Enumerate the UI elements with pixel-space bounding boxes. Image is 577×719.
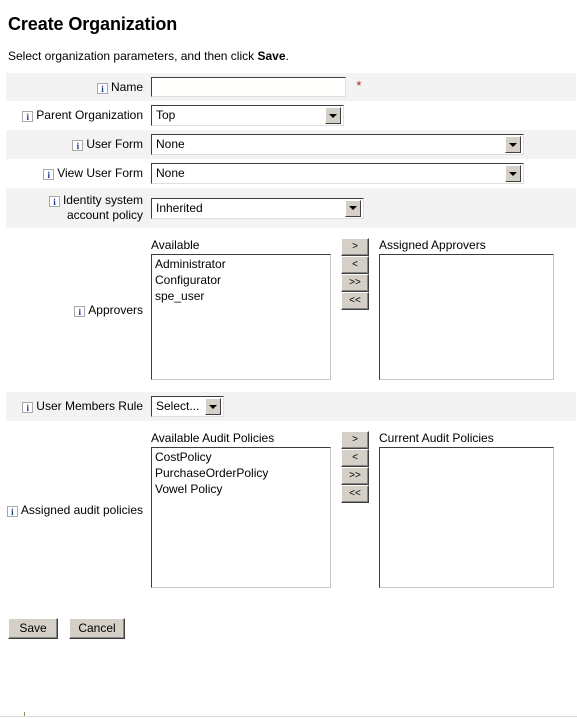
field-label-user-members-rule: User Members Rule bbox=[36, 399, 143, 413]
audit-policies-current-column: Current Audit Policies bbox=[379, 431, 554, 588]
chevron-down-icon[interactable] bbox=[325, 107, 341, 124]
chevron-down-icon[interactable] bbox=[205, 398, 221, 415]
info-icon[interactable]: i bbox=[72, 140, 84, 151]
form-row-user-members-rule: i User Members Rule Select... bbox=[6, 392, 576, 421]
approvers-available-listbox[interactable]: Administrator Configurator spe_user bbox=[151, 254, 331, 380]
audit-policies-dual-list: Available Audit Policies CostPolicy Purc… bbox=[151, 425, 576, 596]
field-cell-name: * bbox=[147, 73, 576, 101]
field-cell-identity-system-account-policy: Inherited bbox=[147, 188, 576, 228]
field-cell-user-members-rule: Select... bbox=[147, 392, 576, 421]
field-cell-assigned-audit-policies: Available Audit Policies CostPolicy Purc… bbox=[147, 421, 576, 600]
info-icon[interactable]: i bbox=[74, 305, 86, 317]
audit-policies-available-header: Available Audit Policies bbox=[151, 431, 275, 445]
field-label-name: Name bbox=[110, 79, 143, 94]
user-members-rule-select[interactable]: Select... bbox=[151, 396, 224, 417]
audit-policies-transfer-buttons: > < >> << bbox=[341, 431, 369, 503]
page-subtitle: Select organization parameters, and then… bbox=[8, 49, 577, 63]
parent-organization-select[interactable]: Top bbox=[151, 105, 344, 126]
label-cell-identity-system-account-policy: i Identity system account policy bbox=[6, 188, 147, 228]
audit-policies-move-left-button[interactable]: < bbox=[341, 449, 369, 467]
identity-system-account-policy-select[interactable]: Inherited bbox=[151, 197, 364, 219]
approvers-move-all-right-button[interactable]: >> bbox=[341, 274, 369, 292]
footer-divider bbox=[0, 716, 577, 717]
approvers-assigned-header: Assigned Approvers bbox=[379, 238, 486, 252]
approvers-move-all-left-button[interactable]: << bbox=[341, 292, 369, 310]
label-cell-user-members-rule: i User Members Rule bbox=[6, 392, 147, 421]
label-cell-user-form: i User Form bbox=[6, 130, 147, 159]
audit-policies-available-column: Available Audit Policies CostPolicy Purc… bbox=[151, 431, 331, 588]
label-cell-view-user-form: i View User Form bbox=[6, 159, 147, 188]
page-subtitle-text-before: Select organization parameters, and then… bbox=[8, 49, 258, 63]
organization-form-table: i Name * i Parent Organization Top i User F bbox=[6, 73, 576, 600]
field-label-assigned-audit-policies: Assigned audit policies bbox=[20, 503, 143, 517]
page-bottom-tick-marker bbox=[24, 712, 25, 716]
form-row-view-user-form: i View User Form None bbox=[6, 159, 576, 188]
field-cell-parent-organization: Top bbox=[147, 101, 576, 130]
audit-policies-move-all-left-button[interactable]: << bbox=[341, 485, 369, 503]
name-input[interactable] bbox=[151, 77, 346, 97]
label-cell-approvers: i Approvers bbox=[6, 228, 147, 392]
info-icon[interactable]: i bbox=[96, 82, 108, 94]
form-row-approvers: i Approvers Available Administrator Confi… bbox=[6, 228, 576, 392]
form-row-identity-system-account-policy: i Identity system account policy Inherite… bbox=[6, 188, 576, 228]
audit-policies-move-right-button[interactable]: > bbox=[341, 431, 369, 449]
approvers-available-column: Available Administrator Configurator spe… bbox=[151, 238, 331, 380]
approvers-assigned-column: Assigned Approvers bbox=[379, 238, 554, 380]
form-row-parent-organization: i Parent Organization Top bbox=[6, 101, 576, 130]
label-cell-parent-organization: i Parent Organization bbox=[6, 101, 147, 130]
list-item[interactable]: PurchaseOrderPolicy bbox=[152, 465, 330, 481]
field-label-approvers: Approvers bbox=[88, 302, 143, 317]
save-button[interactable]: Save bbox=[8, 618, 58, 639]
list-item[interactable]: CostPolicy bbox=[152, 449, 330, 465]
form-actions: Save Cancel bbox=[8, 618, 577, 639]
list-item[interactable]: spe_user bbox=[152, 288, 330, 304]
audit-policies-available-listbox[interactable]: CostPolicy PurchaseOrderPolicy Vowel Pol… bbox=[151, 447, 331, 588]
form-row-assigned-audit-policies: i Assigned audit policies Available Audit… bbox=[6, 421, 576, 600]
audit-policies-current-listbox[interactable] bbox=[379, 447, 554, 588]
page-subtitle-text-after: . bbox=[285, 49, 289, 63]
field-label-user-form: User Form bbox=[86, 137, 143, 151]
approvers-move-right-button[interactable]: > bbox=[341, 238, 369, 256]
field-cell-approvers: Available Administrator Configurator spe… bbox=[147, 228, 576, 392]
page-title: Create Organization bbox=[8, 14, 178, 34]
field-label-view-user-form: View User Form bbox=[57, 166, 143, 180]
info-icon[interactable]: i bbox=[22, 111, 34, 122]
user-form-select[interactable]: None bbox=[151, 134, 524, 155]
field-label-identity-system-account-policy: Identity system account policy bbox=[62, 193, 143, 222]
form-row-name: i Name * bbox=[6, 73, 576, 101]
approvers-available-header: Available bbox=[151, 238, 200, 252]
chevron-down-icon[interactable] bbox=[505, 136, 521, 153]
approvers-dual-list: Available Administrator Configurator spe… bbox=[151, 232, 576, 388]
info-icon[interactable]: i bbox=[43, 169, 55, 180]
view-user-form-select[interactable]: None bbox=[151, 163, 524, 184]
approvers-move-left-button[interactable]: < bbox=[341, 256, 369, 274]
form-row-user-form: i User Form None bbox=[6, 130, 576, 159]
cancel-button[interactable]: Cancel bbox=[69, 618, 125, 639]
info-icon[interactable]: i bbox=[22, 402, 34, 413]
audit-policies-move-all-right-button[interactable]: >> bbox=[341, 467, 369, 485]
field-cell-user-form: None bbox=[147, 130, 576, 159]
required-marker-icon: * bbox=[356, 78, 362, 93]
user-members-rule-selected-value: Select... bbox=[156, 399, 200, 413]
chevron-down-icon[interactable] bbox=[345, 199, 361, 217]
audit-policies-current-header: Current Audit Policies bbox=[379, 431, 494, 445]
field-cell-view-user-form: None bbox=[147, 159, 576, 188]
identity-system-account-policy-selected-value: Inherited bbox=[156, 200, 203, 215]
label-cell-assigned-audit-policies: i Assigned audit policies bbox=[6, 421, 147, 600]
user-form-selected-value: None bbox=[156, 137, 185, 151]
approvers-transfer-buttons: > < >> << bbox=[341, 238, 369, 310]
list-item[interactable]: Vowel Policy bbox=[152, 481, 330, 497]
info-icon[interactable]: i bbox=[48, 196, 60, 207]
chevron-down-icon[interactable] bbox=[505, 165, 521, 182]
label-cell-name: i Name bbox=[6, 73, 147, 101]
view-user-form-selected-value: None bbox=[156, 166, 185, 180]
list-item[interactable]: Administrator bbox=[152, 256, 330, 272]
field-label-parent-organization: Parent Organization bbox=[36, 108, 143, 122]
list-item[interactable]: Configurator bbox=[152, 272, 330, 288]
info-icon[interactable]: i bbox=[6, 506, 18, 517]
approvers-assigned-listbox[interactable] bbox=[379, 254, 554, 380]
page-subtitle-save-emphasis: Save bbox=[257, 49, 286, 63]
parent-organization-selected-value: Top bbox=[156, 108, 176, 122]
